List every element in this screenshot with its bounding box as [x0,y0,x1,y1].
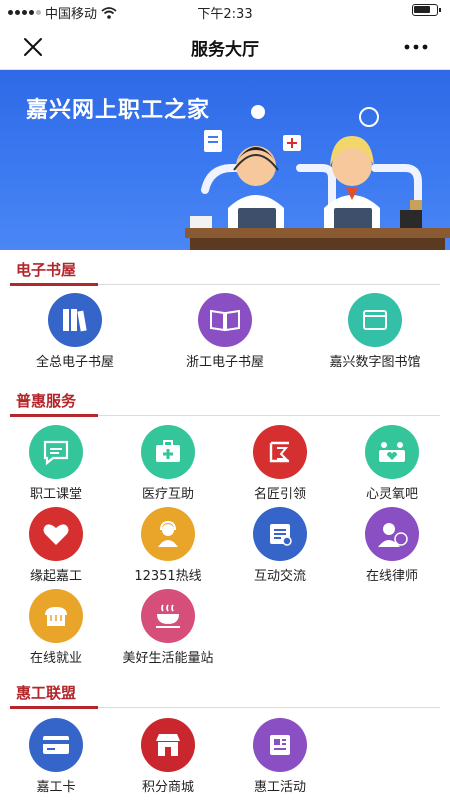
card-icon [29,718,83,772]
tile-label: 惠工活动 [253,780,306,795]
banner[interactable]: 嘉兴网上职工之家 [0,70,450,250]
page-title: 服务大厅 [191,40,259,60]
tile-label: 嘉兴数字图书馆 [329,355,421,370]
section-union-header: 惠工联盟 [10,678,440,709]
union-item-card[interactable]: 嘉工卡 [0,718,112,795]
benefit-item-craftsman[interactable]: 名匠引领 [224,425,336,502]
nav-bar: 服务大厅 [0,24,450,70]
section-title: 电子书屋 [16,261,77,279]
section-title: 普惠服务 [16,392,77,410]
union-item-activity[interactable]: 惠工活动 [224,718,336,795]
benefit-item-yuanqi[interactable]: 缘起嘉工 [0,507,112,584]
tile-label: 职工课堂 [29,487,82,502]
tile-label: 互动交流 [253,569,306,584]
benefit-item-xinling[interactable]: 心灵氧吧 [336,425,448,502]
craftsman-icon [253,425,307,479]
tile-label: 全总电子书屋 [35,355,114,370]
benefit-item-hotline[interactable]: 12351热线 [112,507,224,584]
chat-bubble-icon [29,425,83,479]
battery-icon [412,4,441,16]
more-icon[interactable] [402,38,430,56]
tile-label: 美好生活能量站 [122,651,214,666]
status-time: 下午2:33 [197,7,253,22]
medical-kit-icon [141,425,195,479]
heart-icon [29,507,83,561]
tile-label: 浙工电子书屋 [185,355,264,370]
status-bar: 中国移动 下午2:33 [0,0,450,24]
lawyer-icon [365,507,419,561]
ebook-item-jiaxing-library[interactable]: 嘉兴数字图书馆 [300,293,450,370]
benefit-item-interaction[interactable]: 互动交流 [224,507,336,584]
tile-label: 名匠引领 [253,487,306,502]
tile-label: 在线律师 [365,569,418,584]
benefit-item-lawyer[interactable]: 在线律师 [336,507,448,584]
section-benefit-header: 普惠服务 [10,386,440,417]
newspaper-icon [253,718,307,772]
tile-label: 嘉工卡 [36,780,76,795]
open-book-icon [198,293,252,347]
document-icon [253,507,307,561]
tile-label: 积分商城 [141,780,194,795]
tile-label: 心灵氧吧 [365,487,418,502]
heart-people-icon [365,425,419,479]
hotline-person-icon [141,507,195,561]
section-title: 惠工联盟 [16,684,77,702]
benefit-item-medical[interactable]: 医疗互助 [112,425,224,502]
coffee-cup-icon [141,589,195,643]
tile-label: 12351热线 [134,569,202,584]
ebook-item-zhegong[interactable]: 浙工电子书屋 [169,293,281,370]
books-icon [48,293,102,347]
tile-label: 缘起嘉工 [29,569,82,584]
union-item-shop[interactable]: 积分商城 [112,718,224,795]
bread-icon [29,589,83,643]
shop-icon [141,718,195,772]
section-ebook-header: 电子书屋 [10,255,440,286]
ebook-item-quanzong[interactable]: 全总电子书屋 [19,293,131,370]
benefit-item-good-life[interactable]: 美好生活能量站 [93,589,243,666]
tile-label: 医疗互助 [141,487,194,502]
benefit-item-zhigong-ketang[interactable]: 职工课堂 [0,425,112,502]
book-icon [348,293,402,347]
banner-title: 嘉兴网上职工之家 [26,98,211,123]
